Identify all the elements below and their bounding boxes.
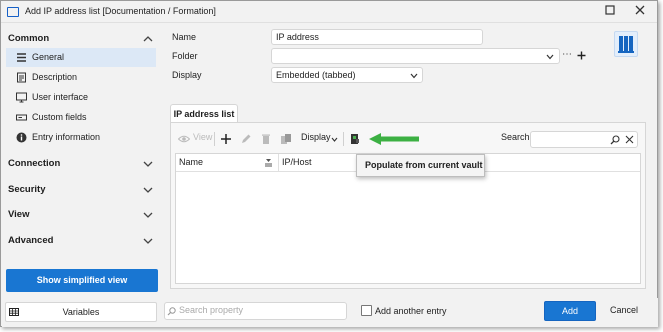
chevron-down-icon[interactable]: [143, 210, 153, 220]
sidebar-item-label: Description: [32, 72, 78, 82]
search-label: Search: [501, 132, 530, 142]
entry-type-icon[interactable]: [614, 31, 638, 57]
search-icon: [167, 307, 176, 316]
sidebar-item-label: Custom fields: [32, 112, 87, 122]
clear-search-icon[interactable]: [625, 135, 634, 144]
folder-label: Folder: [172, 51, 198, 61]
sort-icon[interactable]: [264, 158, 273, 167]
display-button[interactable]: Display: [301, 132, 331, 142]
sidebar-item-label: Entry information: [32, 132, 101, 142]
search-input[interactable]: [530, 131, 638, 148]
grid-icon: [9, 308, 19, 316]
column-header-name[interactable]: Name: [179, 157, 203, 167]
sidebar-item-entry-information[interactable]: Entry information: [6, 128, 156, 147]
variables-button[interactable]: Variables: [5, 302, 157, 322]
section-connection[interactable]: Connection: [8, 158, 60, 169]
section-view[interactable]: View: [8, 209, 29, 220]
info-icon: [16, 132, 27, 143]
chevron-down-icon[interactable]: [410, 72, 418, 80]
chevron-down-icon[interactable]: [546, 53, 554, 61]
eye-icon: [178, 135, 190, 143]
monitor-icon: [16, 92, 27, 103]
toolbar-separator: [214, 132, 215, 146]
sidebar-item-user-interface[interactable]: User interface: [6, 88, 156, 107]
copy-icon[interactable]: [280, 133, 292, 145]
view-button[interactable]: View: [193, 132, 212, 142]
show-simplified-view-button[interactable]: Show simplified view: [6, 269, 158, 292]
add-button[interactable]: Add: [544, 301, 596, 321]
maximize-icon[interactable]: [601, 4, 619, 20]
sidebar-item-general[interactable]: General: [6, 48, 156, 67]
folder-select[interactable]: [271, 48, 560, 64]
name-label: Name: [172, 32, 197, 42]
section-security[interactable]: Security: [8, 184, 46, 195]
tab-ip-address-list[interactable]: IP address list: [170, 104, 238, 123]
search-icon[interactable]: [610, 135, 620, 145]
add-folder-icon[interactable]: [577, 51, 586, 60]
title-bar: Add IP address list [Documentation / For…: [1, 1, 657, 23]
custom-fields-icon: [16, 114, 27, 121]
display-label: Display: [172, 70, 202, 80]
section-advanced[interactable]: Advanced: [8, 235, 53, 246]
list-icon: [17, 53, 26, 62]
search-property-input[interactable]: Search property: [164, 302, 347, 320]
add-another-label[interactable]: Add another entry: [375, 306, 447, 316]
chevron-up-icon[interactable]: [143, 34, 153, 44]
chevron-down-icon[interactable]: [143, 159, 153, 169]
edit-icon[interactable]: [240, 133, 252, 145]
tooltip: Populate from current vault: [356, 154, 485, 177]
name-input[interactable]: IP address: [271, 29, 483, 45]
vault-icon[interactable]: [349, 133, 361, 145]
chevron-down-icon[interactable]: [143, 236, 153, 246]
pointer-arrow-icon: [369, 133, 419, 145]
sidebar-item-description[interactable]: Description: [6, 68, 156, 87]
window-title: Add IP address list [Documentation / For…: [25, 6, 216, 16]
add-entry-dialog: Add IP address list [Documentation / For…: [0, 0, 658, 327]
close-icon[interactable]: [631, 4, 649, 20]
column-divider[interactable]: [278, 154, 279, 171]
section-common[interactable]: Common: [8, 33, 49, 44]
more-options-icon[interactable]: ⋯: [562, 49, 572, 60]
display-select[interactable]: Embedded (tabbed): [271, 67, 423, 83]
sidebar-item-custom-fields[interactable]: Custom fields: [6, 108, 156, 127]
delete-icon[interactable]: [260, 133, 272, 145]
variables-label: Variables: [62, 307, 100, 317]
window-app-icon: [7, 7, 19, 17]
chevron-down-icon[interactable]: [331, 136, 338, 143]
add-another-checkbox[interactable]: [361, 305, 372, 316]
toolbar-separator: [343, 132, 344, 146]
cancel-button[interactable]: Cancel: [600, 301, 648, 321]
description-icon: [17, 72, 26, 83]
chevron-down-icon[interactable]: [143, 185, 153, 195]
sidebar-item-label: User interface: [32, 92, 89, 102]
sidebar-item-label: General: [32, 52, 65, 62]
column-header-ip-host[interactable]: IP/Host: [282, 157, 312, 167]
add-icon[interactable]: [220, 133, 232, 145]
sidebar: Common General Description User interfac…: [2, 24, 162, 326]
